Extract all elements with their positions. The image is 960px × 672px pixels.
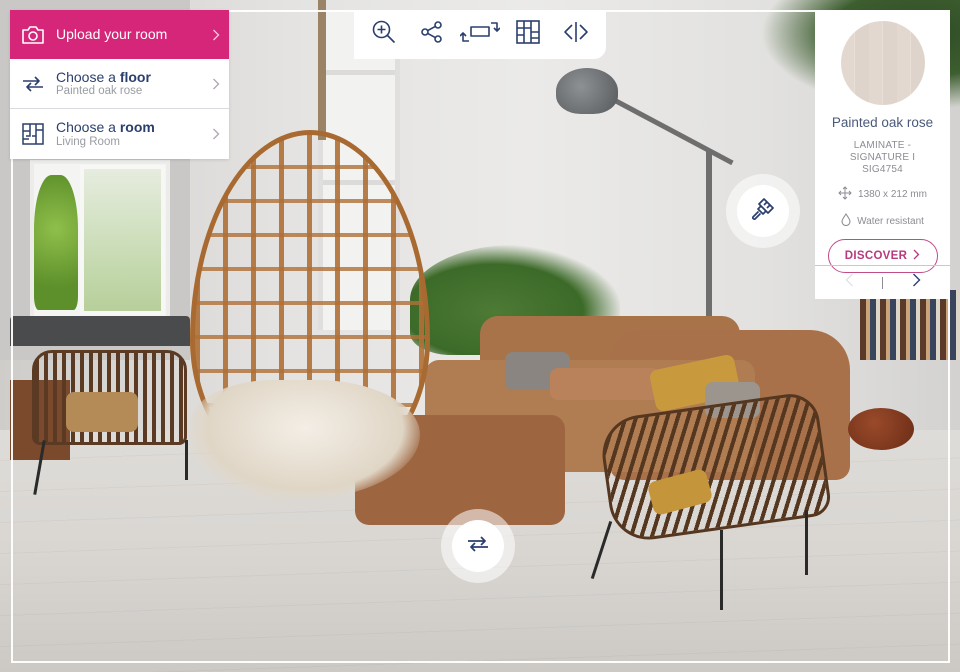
laying-pattern-button[interactable] <box>510 17 546 53</box>
product-feature: Water resistant <box>815 213 950 229</box>
bookshelf <box>860 290 960 360</box>
hanging-rope <box>318 0 326 140</box>
upload-room-label: Upload your room <box>56 26 168 43</box>
upload-room-button[interactable]: Upload your room <box>10 10 229 59</box>
choose-floor-prefix: Choose a <box>56 68 120 85</box>
chevron-right-icon <box>913 249 920 263</box>
floor-lamp <box>706 150 712 330</box>
swap-arrows-icon <box>465 532 491 561</box>
product-card: Painted oak rose LAMINATE - SIGNATURE I … <box>815 10 950 299</box>
chevron-right-icon <box>912 273 921 292</box>
lamp-head <box>556 68 618 114</box>
selected-room: Living Room <box>56 135 120 148</box>
water-drop-icon <box>841 213 851 229</box>
previous-product-button[interactable] <box>839 273 859 293</box>
share-button[interactable] <box>414 17 450 53</box>
camera-icon <box>10 25 56 45</box>
product-code: LAMINATE - SIGNATURE I SIG4754 <box>849 140 916 175</box>
floorplan-icon <box>10 122 56 146</box>
zoom-in-icon <box>371 19 397 50</box>
tree-outside <box>34 175 78 310</box>
chevron-left-icon <box>845 273 854 292</box>
product-swatch[interactable] <box>840 21 925 105</box>
room-menu: Upload your room Choose a floor Painted … <box>10 10 229 159</box>
compare-split-icon <box>562 20 590 49</box>
window-bench <box>10 316 190 346</box>
chevron-right-icon <box>203 78 229 90</box>
chevron-right-icon <box>203 128 229 140</box>
pillow <box>550 368 660 400</box>
choose-room-keyword: room <box>119 119 155 136</box>
move-arrows-icon <box>838 186 852 203</box>
swap-floor-button[interactable] <box>441 509 515 583</box>
product-name: Painted oak rose <box>831 115 934 130</box>
window-pane <box>80 165 165 315</box>
share-icon <box>420 20 444 49</box>
selected-floor: Painted oak rose <box>56 85 143 98</box>
vase <box>848 408 914 450</box>
paint-brush-icon <box>750 196 776 227</box>
choose-floor-keyword: floor <box>119 68 151 85</box>
swap-arrows-icon <box>10 73 56 95</box>
pager-divider <box>882 276 883 289</box>
chevron-right-icon <box>203 29 229 41</box>
zoom-in-button[interactable] <box>366 17 402 53</box>
compare-button[interactable] <box>558 17 594 53</box>
view-toolbar <box>354 10 606 59</box>
choose-floor-button[interactable]: Choose a floor Painted oak rose <box>10 59 229 109</box>
paint-wall-button[interactable] <box>726 174 800 248</box>
next-product-button[interactable] <box>906 273 926 293</box>
choose-room-button[interactable]: Choose a room Living Room <box>10 109 229 159</box>
rotate-plank-icon <box>459 19 501 50</box>
product-pager <box>815 265 950 299</box>
choose-room-prefix: Choose a <box>56 119 120 136</box>
pattern-grid-icon <box>516 20 540 49</box>
product-dimensions: 1380 x 212 mm <box>815 186 950 203</box>
rotate-floor-button[interactable] <box>459 17 501 53</box>
